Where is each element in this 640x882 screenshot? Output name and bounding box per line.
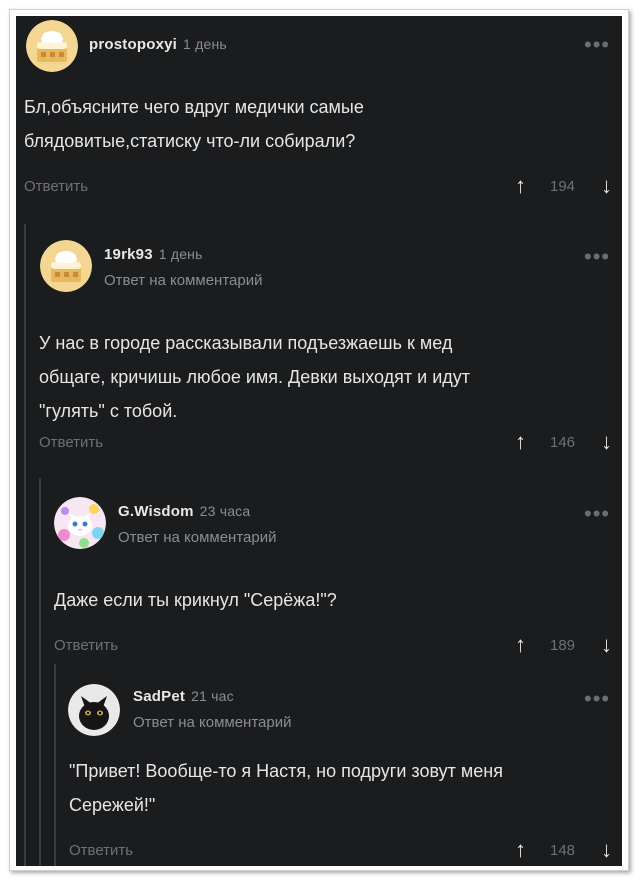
comment-text-line: общаге, кричишь любое имя. Девки выходят… [39,367,470,387]
reply-to-label[interactable]: Ответ на комментарий [118,529,276,546]
timestamp: 21 час [191,688,234,704]
arrow-up-icon[interactable]: ↑ [515,634,526,656]
comment-text-line: блядовитые,статиску что-ли собирали? [24,131,356,151]
avatar[interactable] [26,20,78,72]
username-text[interactable]: prostopoxyi [89,36,177,53]
username[interactable]: G.Wisdom 23 часа [118,503,250,520]
arrow-down-icon[interactable]: ↓ [601,839,612,861]
arrow-up-icon[interactable]: ↑ [515,839,526,861]
username[interactable]: prostopoxyi 1 день [89,36,227,53]
comments-screen: prostopoxyi 1 день ••• Бл,объясните чего … [16,16,622,866]
comment-text-line: Даже если ты крикнул "Серёжа!"? [54,590,337,610]
username-text[interactable]: SadPet [133,688,185,705]
reply-button[interactable]: Ответить [54,637,118,654]
avatar[interactable] [54,497,106,549]
comment-text: "Привет! Вообще-то я Настя, но подруги з… [69,754,503,822]
timestamp: 1 день [183,36,227,52]
arrow-down-icon[interactable]: ↓ [601,431,612,453]
cake-icon [26,20,78,72]
reply-button[interactable]: Ответить [69,842,133,859]
comment-text-line: У нас в городе рассказывали подъезжаешь … [39,333,453,353]
more-dots-icon[interactable]: ••• [584,34,610,56]
comment-text: Даже если ты крикнул "Серёжа!"? [54,583,337,617]
comment-text-line: Бл,объясните чего вдруг медички самые [24,97,364,117]
timestamp: 23 часа [199,503,251,519]
username[interactable]: 19rk93 1 день [104,246,203,263]
rating-count: 194 [550,178,576,195]
reply-to-label[interactable]: Ответ на комментарий [133,714,291,731]
reply-button[interactable]: Ответить [24,178,88,195]
comment-text-line: "Привет! Вообще-то я Настя, но подруги з… [69,761,503,781]
more-dots-icon[interactable]: ••• [584,688,610,710]
comment-19rk93: 19rk93 1 день Ответ на комментарий ••• У … [16,234,622,474]
comment-text-line: "гулять" с тобой. [39,401,178,421]
kitten-icon [54,497,106,549]
avatar[interactable] [40,240,92,292]
username-text[interactable]: 19rk93 [104,246,153,263]
rating-count: 148 [550,842,576,859]
reply-to-label[interactable]: Ответ на комментарий [104,272,262,289]
comment-text: У нас в городе рассказывали подъезжаешь … [39,326,470,428]
more-dots-icon[interactable]: ••• [584,503,610,525]
timestamp: 1 день [158,246,203,262]
cake-icon [40,240,92,292]
comment-prostopoxyi: prostopoxyi 1 день ••• Бл,объясните чего … [16,16,622,216]
comment-text-line: Сережей!" [69,795,156,815]
arrow-up-icon[interactable]: ↑ [515,431,526,453]
username[interactable]: SadPet 21 час [133,688,234,705]
avatar[interactable] [68,684,120,736]
comment-sadpet: SadPet 21 час Ответ на комментарий ••• "П… [16,676,622,866]
arrow-down-icon[interactable]: ↓ [601,175,612,197]
comment-gwisdom: G.Wisdom 23 часа Ответ на комментарий •••… [16,491,622,661]
black-cat-icon [68,684,120,736]
comment-text: Бл,объясните чего вдруг медички самые бл… [24,90,364,158]
rating-count: 146 [550,434,576,451]
more-dots-icon[interactable]: ••• [584,246,610,268]
username-text[interactable]: G.Wisdom [118,503,194,520]
arrow-down-icon[interactable]: ↓ [601,634,612,656]
rating-count: 189 [550,637,576,654]
reply-button[interactable]: Ответить [39,434,103,451]
arrow-up-icon[interactable]: ↑ [515,175,526,197]
